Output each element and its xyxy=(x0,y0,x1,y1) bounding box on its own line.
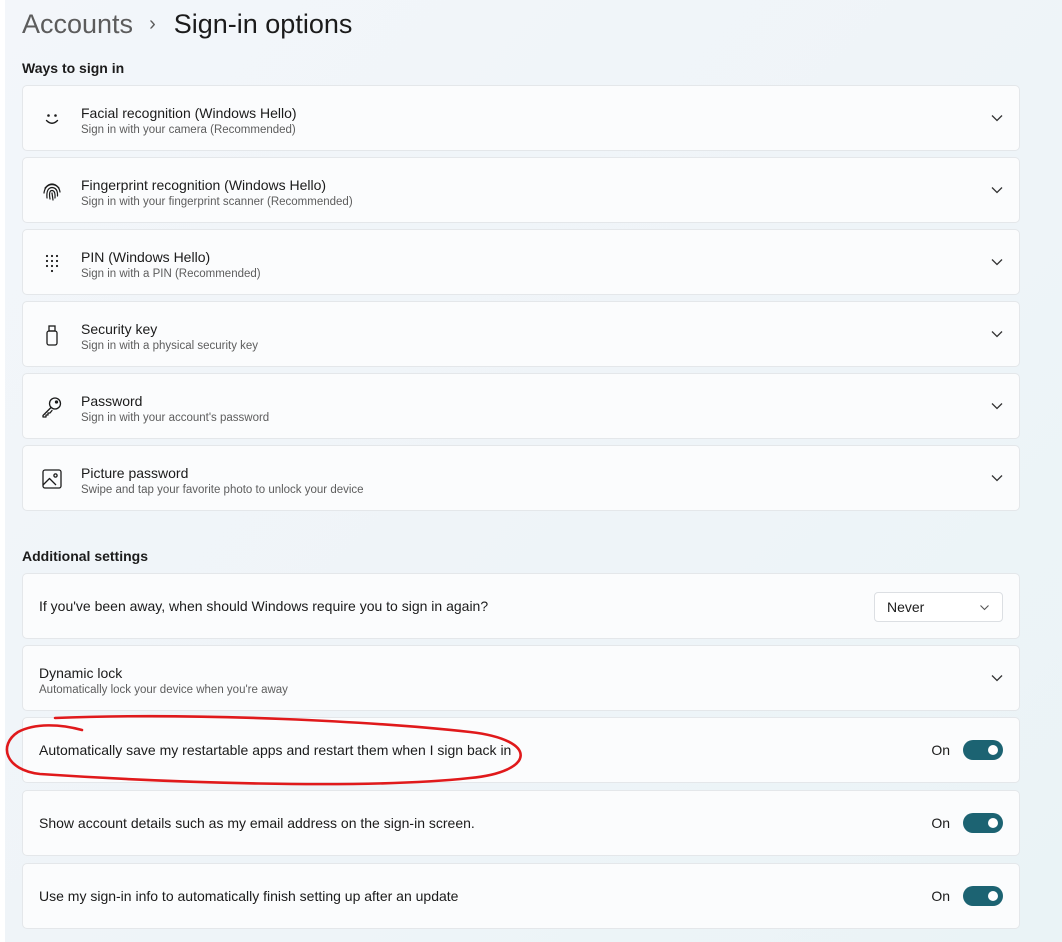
usb-key-icon xyxy=(46,325,58,346)
chevron-down-icon xyxy=(980,605,989,611)
option-subtitle: Sign in with your camera (Recommended) xyxy=(81,124,296,136)
signin-option-facial[interactable]: Facial recognition (Windows Hello) Sign … xyxy=(22,85,1020,151)
dynamic-lock-setting[interactable]: Dynamic lock Automatically lock your dev… xyxy=(22,645,1020,711)
require-signin-dropdown[interactable]: Never xyxy=(874,592,1003,622)
option-subtitle: Sign in with your account's password xyxy=(81,412,270,424)
window-edge xyxy=(0,0,5,942)
restartable-apps-toggle[interactable] xyxy=(963,740,1003,760)
account-details-setting: Show account details such as my email ad… xyxy=(22,790,1020,856)
option-title: Facial recognition (Windows Hello) xyxy=(81,105,297,121)
face-icon xyxy=(45,114,59,124)
toggle-state-label: On xyxy=(931,888,950,904)
option-title: Picture password xyxy=(81,465,189,481)
option-title: PIN (Windows Hello) xyxy=(81,249,211,265)
chevron-down-icon[interactable] xyxy=(990,327,1004,341)
chevron-down-icon[interactable] xyxy=(990,671,1004,685)
chevron-down-icon[interactable] xyxy=(990,471,1004,485)
dropdown-value: Never xyxy=(887,599,925,615)
toggle-knob xyxy=(988,818,998,828)
setting-label: Show account details such as my email ad… xyxy=(39,815,475,831)
account-details-toggle[interactable] xyxy=(963,813,1003,833)
picture-icon xyxy=(42,469,62,489)
toggle-knob xyxy=(988,745,998,755)
restartable-apps-setting: Automatically save my restartable apps a… xyxy=(22,717,1020,783)
breadcrumb-accounts-link[interactable]: Accounts xyxy=(22,9,133,40)
option-title: Security key xyxy=(81,321,158,337)
page-title: Sign-in options xyxy=(173,8,353,39)
toggle-state-label: On xyxy=(931,742,950,758)
signin-option-password[interactable]: Password Sign in with your account's pas… xyxy=(22,373,1020,439)
signin-info-toggle[interactable] xyxy=(963,886,1003,906)
option-title: Dynamic lock xyxy=(39,665,123,681)
fingerprint-icon xyxy=(43,183,61,201)
toggle-knob xyxy=(988,891,998,901)
require-signin-setting: If you've been away, when should Windows… xyxy=(22,573,1020,639)
option-subtitle: Sign in with a physical security key xyxy=(81,340,259,352)
signin-option-fingerprint[interactable]: Fingerprint recognition (Windows Hello) … xyxy=(22,157,1020,223)
signin-option-pin[interactable]: PIN (Windows Hello) Sign in with a PIN (… xyxy=(22,229,1020,295)
breadcrumb-separator: › xyxy=(149,12,156,35)
chevron-down-icon[interactable] xyxy=(990,255,1004,269)
option-subtitle: Sign in with your fingerprint scanner (R… xyxy=(81,196,353,208)
pin-keypad-icon xyxy=(45,254,59,273)
option-subtitle: Automatically lock your device when you'… xyxy=(39,684,288,696)
signin-option-security-key[interactable]: Security key Sign in with a physical sec… xyxy=(22,301,1020,367)
breadcrumb: Accounts › Sign-in options xyxy=(22,4,352,44)
chevron-down-icon[interactable] xyxy=(990,399,1004,413)
signin-info-update-setting: Use my sign-in info to automatically fin… xyxy=(22,863,1020,929)
setting-label: If you've been away, when should Windows… xyxy=(39,598,489,614)
option-title: Password xyxy=(81,393,143,409)
setting-label: Automatically save my restartable apps a… xyxy=(39,742,512,758)
setting-label: Use my sign-in info to automatically fin… xyxy=(39,888,459,904)
toggle-state-label: On xyxy=(931,815,950,831)
chevron-down-icon[interactable] xyxy=(990,111,1004,125)
option-title: Fingerprint recognition (Windows Hello) xyxy=(81,177,327,193)
section-title-additional: Additional settings xyxy=(22,548,148,564)
option-subtitle: Swipe and tap your favorite photo to unl… xyxy=(81,484,364,496)
section-title-ways: Ways to sign in xyxy=(22,60,125,76)
chevron-down-icon[interactable] xyxy=(990,183,1004,197)
key-icon xyxy=(42,397,62,418)
signin-option-picture-password[interactable]: Picture password Swipe and tap your favo… xyxy=(22,445,1020,511)
option-subtitle: Sign in with a PIN (Recommended) xyxy=(81,268,261,280)
